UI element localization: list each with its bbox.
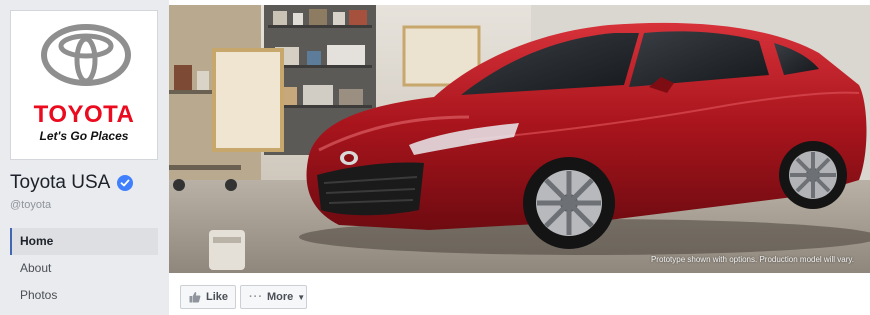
- page-title[interactable]: Toyota USA: [10, 172, 134, 194]
- more-button-label: More: [267, 291, 294, 303]
- cover-photo-illustration: [169, 5, 870, 273]
- page-title-text: Toyota USA: [10, 172, 111, 193]
- brand-wordmark: TOYOTA: [33, 101, 135, 128]
- page-sidebar: TOYOTA Let's Go Places Toyota USA @toyot…: [0, 0, 169, 315]
- nav-item-home[interactable]: Home: [10, 228, 158, 255]
- nav-item-photos[interactable]: Photos: [10, 282, 158, 309]
- cover-disclaimer: Prototype shown with options. Production…: [650, 255, 854, 264]
- like-button-label: Like: [206, 291, 229, 303]
- page-nav: Home About Photos: [10, 228, 158, 309]
- toyota-emblem-icon: [41, 24, 131, 86]
- ellipsis-icon: ···: [249, 291, 263, 303]
- more-button[interactable]: ··· More ▼: [240, 285, 307, 309]
- page-action-bar: Like ··· More ▼: [169, 273, 870, 315]
- page-handle[interactable]: @toyota: [10, 199, 51, 211]
- like-button[interactable]: Like: [180, 285, 236, 309]
- cover-photo[interactable]: Prototype shown with options. Production…: [169, 5, 870, 273]
- caret-down-icon: ▼: [297, 292, 306, 302]
- thumbs-up-icon: [189, 291, 201, 303]
- verified-badge-icon: [117, 175, 134, 191]
- profile-picture[interactable]: TOYOTA Let's Go Places: [10, 10, 158, 160]
- profile-logo-area: TOYOTA Let's Go Places: [14, 14, 154, 156]
- nav-item-about[interactable]: About: [10, 255, 158, 282]
- brand-tagline: Let's Go Places: [39, 129, 129, 143]
